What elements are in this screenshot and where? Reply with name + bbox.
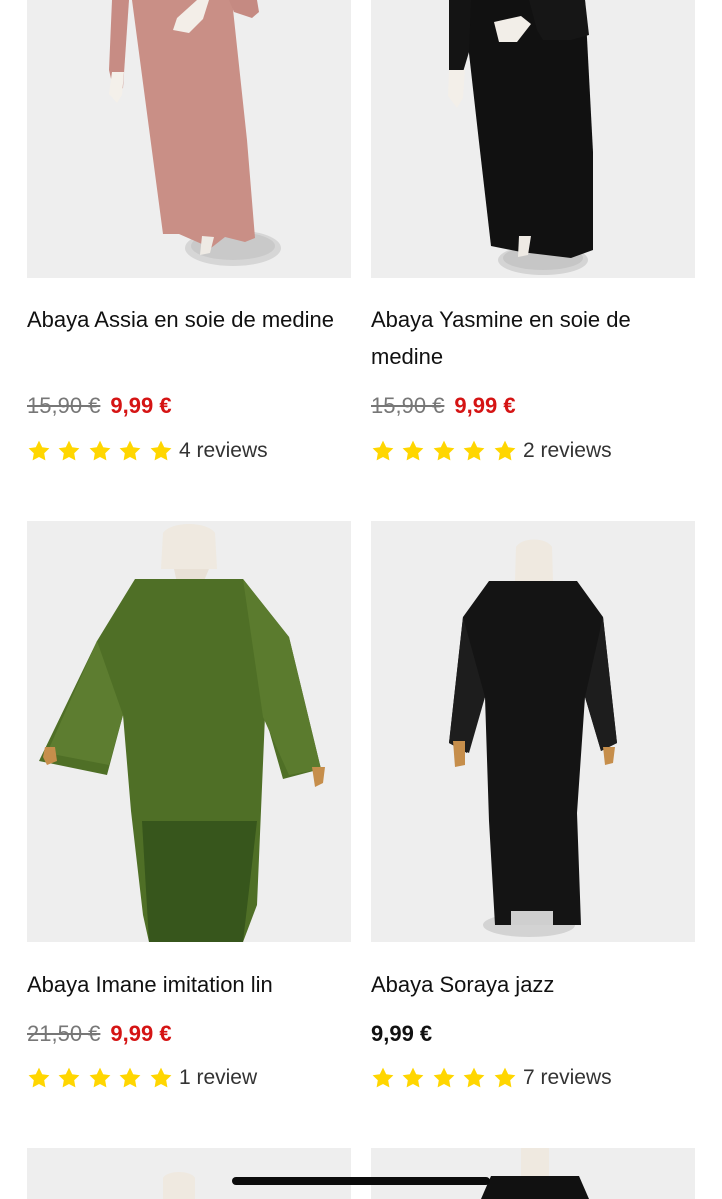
product-title[interactable]: Abaya Imane imitation lin — [27, 966, 351, 1003]
product-image-assia[interactable] — [27, 0, 351, 278]
star-icon — [463, 440, 485, 461]
product-image-yasmine[interactable] — [371, 0, 695, 278]
product-grid: Abaya Assia en soie de medine 15,90 € 9,9… — [0, 0, 722, 1199]
product-title[interactable]: Abaya Assia en soie de medine — [27, 301, 351, 338]
star-icon — [58, 440, 80, 461]
star-icon — [433, 440, 455, 461]
sale-price: 9,99 € — [454, 393, 516, 418]
review-count[interactable]: 2 reviews — [523, 436, 612, 466]
rating-row[interactable]: 7 reviews — [371, 1063, 695, 1093]
review-count[interactable]: 4 reviews — [179, 436, 268, 466]
old-price: 15,90 € — [371, 393, 445, 418]
review-count[interactable]: 7 reviews — [523, 1063, 612, 1093]
price-row: 21,50 € 9,99 € — [27, 1019, 351, 1049]
rating-row[interactable]: 4 reviews — [27, 436, 351, 466]
black-abaya-image — [371, 0, 695, 278]
star-icon — [150, 440, 171, 461]
star-icon — [58, 1067, 80, 1088]
star-icon — [402, 1067, 424, 1088]
mannequin-image — [27, 1148, 351, 1199]
price-row: 9,99 € — [371, 1019, 695, 1049]
star-rating — [27, 439, 179, 463]
home-indicator[interactable] — [232, 1177, 490, 1185]
star-icon — [494, 1067, 515, 1088]
rating-row[interactable]: 1 review — [27, 1063, 351, 1093]
star-icon — [402, 440, 424, 461]
sale-price: 9,99 € — [110, 1021, 172, 1046]
review-count[interactable]: 1 review — [179, 1063, 257, 1093]
old-price: 21,50 € — [27, 1021, 101, 1046]
product-image-next-right[interactable] — [371, 1148, 695, 1199]
price-row: 15,90 € 9,99 € — [27, 391, 351, 421]
old-price: 15,90 € — [27, 393, 101, 418]
star-icon — [89, 1067, 111, 1088]
star-icon — [119, 440, 141, 461]
star-icon — [463, 1067, 485, 1088]
black-abaya-image — [371, 521, 695, 942]
star-icon — [28, 1067, 50, 1088]
star-icon — [372, 1067, 394, 1088]
product-image-next-left[interactable] — [27, 1148, 351, 1199]
rating-row[interactable]: 2 reviews — [371, 436, 695, 466]
black-abaya-image — [371, 1148, 695, 1199]
product-title[interactable]: Abaya Soraya jazz — [371, 966, 695, 1003]
star-icon — [150, 1067, 171, 1088]
price: 9,99 € — [371, 1021, 433, 1046]
product-title[interactable]: Abaya Yasmine en soie de medine — [371, 301, 695, 375]
star-icon — [494, 440, 515, 461]
price-row: 15,90 € 9,99 € — [371, 391, 695, 421]
star-icon — [372, 440, 394, 461]
star-rating — [371, 439, 523, 463]
star-rating — [27, 1066, 179, 1090]
star-icon — [433, 1067, 455, 1088]
product-image-imane[interactable] — [27, 521, 351, 942]
green-abaya-image — [27, 521, 351, 942]
product-image-soraya[interactable] — [371, 521, 695, 942]
star-icon — [89, 440, 111, 461]
star-icon — [28, 440, 50, 461]
star-rating — [371, 1066, 523, 1090]
sale-price: 9,99 € — [110, 393, 172, 418]
pink-abaya-image — [27, 0, 351, 278]
star-icon — [119, 1067, 141, 1088]
